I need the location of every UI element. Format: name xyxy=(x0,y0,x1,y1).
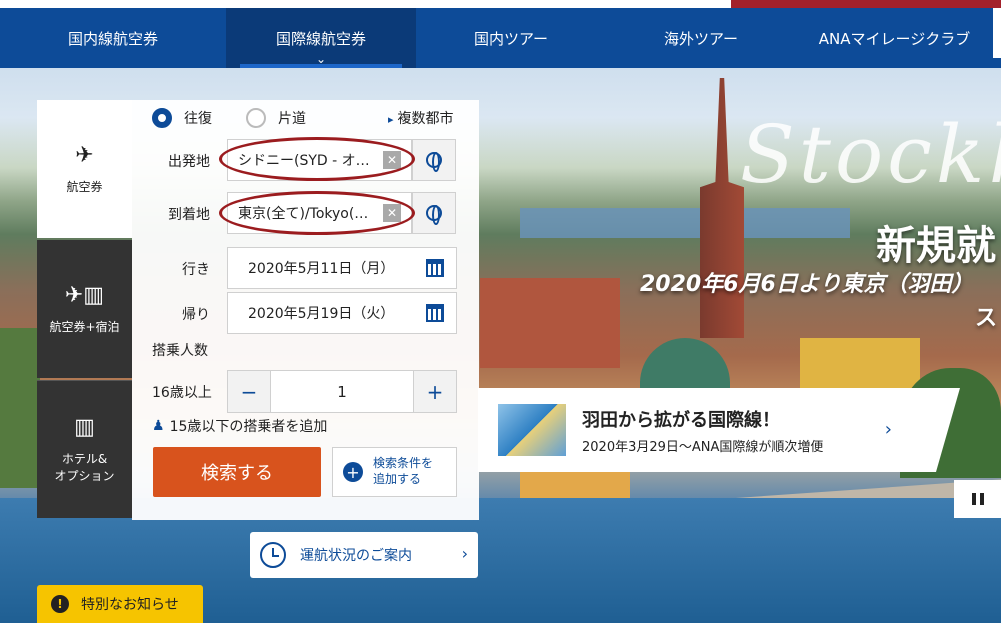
departure-label: 出発地 xyxy=(168,154,210,170)
person-plus-icon: ♟ xyxy=(152,418,165,434)
hero-subheadline-tail: ス xyxy=(975,306,998,331)
plus-circle-icon: + xyxy=(343,462,363,482)
nav-label: 国際線航空券 xyxy=(275,29,366,48)
arrival-value: 東京(全て)/Tokyo(… xyxy=(238,206,369,222)
clock-icon xyxy=(260,542,286,568)
scene-building xyxy=(480,278,620,368)
flight-status-label: 運航状況のご案内 xyxy=(300,548,412,564)
outbound-date-field[interactable]: 2020年5月11日（月） xyxy=(227,247,457,289)
one-way-radio[interactable] xyxy=(246,108,266,128)
top-strip xyxy=(0,0,1001,8)
round-trip-radio[interactable] xyxy=(152,108,172,128)
return-date-field[interactable]: 2020年5月19日（火） xyxy=(227,292,457,334)
nav-edge xyxy=(993,8,1001,58)
passengers-heading: 搭乗人数 xyxy=(152,343,208,359)
side-tab-label: ホテル& オプション xyxy=(54,452,115,483)
nav-label: 海外ツアー xyxy=(663,29,739,48)
flight-status-link[interactable]: 運航状況のご案内 › xyxy=(250,532,478,578)
nav-international-flights[interactable]: 国際線航空券 ⌄ xyxy=(226,8,416,68)
globe-icon xyxy=(426,205,442,225)
outbound-label: 行き xyxy=(182,262,210,278)
add-child-label: 15歳以下の搭乗者を追加 xyxy=(169,419,328,435)
arrival-field[interactable]: 東京(全て)/Tokyo(… ✕ xyxy=(227,192,412,234)
departure-value: シドニー(SYD - オ… xyxy=(238,153,370,169)
side-tab-hotel-options[interactable]: ▥ ホテル& オプション xyxy=(37,380,132,518)
building-icon: ▥ xyxy=(74,415,95,440)
promo-text: 羽田から拡がる国際線！ 2020年3月29日～ANA国際線が順次増便 xyxy=(582,406,823,455)
arrival-label: 到着地 xyxy=(168,207,210,223)
exclamation-icon: ! xyxy=(51,595,69,613)
scene-water-far xyxy=(520,208,850,238)
calendar-icon[interactable] xyxy=(426,304,444,322)
nav-label: ANAマイレージクラブ xyxy=(818,29,971,48)
promo-title: 羽田から拡がる国際線！ xyxy=(582,409,780,431)
flight-search-panel: 往復 片道 複数都市 出発地 シドニー(SYD - オ… ✕ 到着地 東京(全て… xyxy=(132,100,479,520)
clear-departure-icon[interactable]: ✕ xyxy=(383,151,401,169)
nav-domestic-tours[interactable]: 国内ツアー xyxy=(416,8,606,68)
decrement-button[interactable]: − xyxy=(227,370,271,413)
one-way-label[interactable]: 片道 xyxy=(278,108,306,128)
outbound-date-value: 2020年5月11日（月） xyxy=(248,261,395,277)
add-conditions-label: 検索条件を 追加する xyxy=(373,456,434,486)
pause-carousel-button[interactable] xyxy=(954,480,1001,518)
nav-overseas-tours[interactable]: 海外ツアー xyxy=(606,8,796,68)
nav-mileage-club[interactable]: ANAマイレージクラブ xyxy=(796,8,993,68)
promo-subtitle: 2020年3月29日～ANA国際線が順次増便 xyxy=(582,439,824,455)
nav-domestic-flights[interactable]: 国内線航空券 xyxy=(0,8,226,68)
nav-label: 国内線航空券 xyxy=(67,29,158,48)
side-tab-flights[interactable]: ✈ 航空券 xyxy=(37,100,132,238)
return-label: 帰り xyxy=(182,307,210,323)
arrival-globe-button[interactable] xyxy=(412,192,456,234)
add-child-link[interactable]: ♟ 15歳以下の搭乗者を追加 xyxy=(152,416,327,436)
chevron-right-icon: › xyxy=(461,544,468,563)
hero-headline: 新規就 xyxy=(876,223,996,269)
hero-subheadline: 2020年6月6日より東京（羽田） xyxy=(640,272,974,297)
hero-script-text: Stockh xyxy=(740,108,1001,201)
adult-quantity-stepper: − 1 + xyxy=(227,370,457,413)
top-accent xyxy=(731,0,1001,8)
scene-domes xyxy=(640,338,730,388)
round-trip-label[interactable]: 往復 xyxy=(184,108,212,128)
clear-arrival-icon[interactable]: ✕ xyxy=(383,204,401,222)
promo-thumbnail xyxy=(498,404,566,456)
side-tab-label: 航空券+宿泊 xyxy=(49,320,120,334)
chevron-right-icon: › xyxy=(884,419,892,440)
adult-label: 16歳以上 xyxy=(152,385,212,401)
calendar-icon[interactable] xyxy=(426,259,444,277)
promo-banner[interactable]: 羽田から拡がる国際線！ 2020年3月29日～ANA国際線が順次増便 › xyxy=(478,388,960,472)
add-conditions-button[interactable]: + 検索条件を 追加する xyxy=(332,447,457,497)
side-tab-label: 航空券 xyxy=(66,180,103,194)
special-notice-button[interactable]: ! 特別なお知らせ xyxy=(37,585,203,623)
increment-button[interactable]: + xyxy=(413,370,457,413)
plane-hotel-icon: ✈▥ xyxy=(64,283,105,308)
departure-field[interactable]: シドニー(SYD - オ… ✕ xyxy=(227,139,412,181)
search-button[interactable]: 検索する xyxy=(153,447,321,497)
church-spire xyxy=(700,78,744,338)
side-tab-flight-hotel[interactable]: ✈▥ 航空券+宿泊 xyxy=(37,240,132,378)
departure-globe-button[interactable] xyxy=(412,139,456,181)
main-nav: 国内線航空券 国際線航空券 ⌄ 国内ツアー 海外ツアー ANAマイレージクラブ xyxy=(0,8,1001,68)
trip-type-group: 往復 片道 xyxy=(152,108,340,128)
chevron-down-icon: ⌄ xyxy=(315,52,327,66)
globe-icon xyxy=(426,152,442,172)
scene-trees xyxy=(0,328,40,488)
special-notice-label: 特別なお知らせ xyxy=(81,597,179,613)
return-date-value: 2020年5月19日（火） xyxy=(248,306,395,322)
multi-city-link[interactable]: 複数都市 xyxy=(388,108,454,128)
nav-label: 国内ツアー xyxy=(473,29,549,48)
airplane-icon: ✈ xyxy=(75,143,94,168)
adult-count[interactable]: 1 xyxy=(271,370,413,413)
